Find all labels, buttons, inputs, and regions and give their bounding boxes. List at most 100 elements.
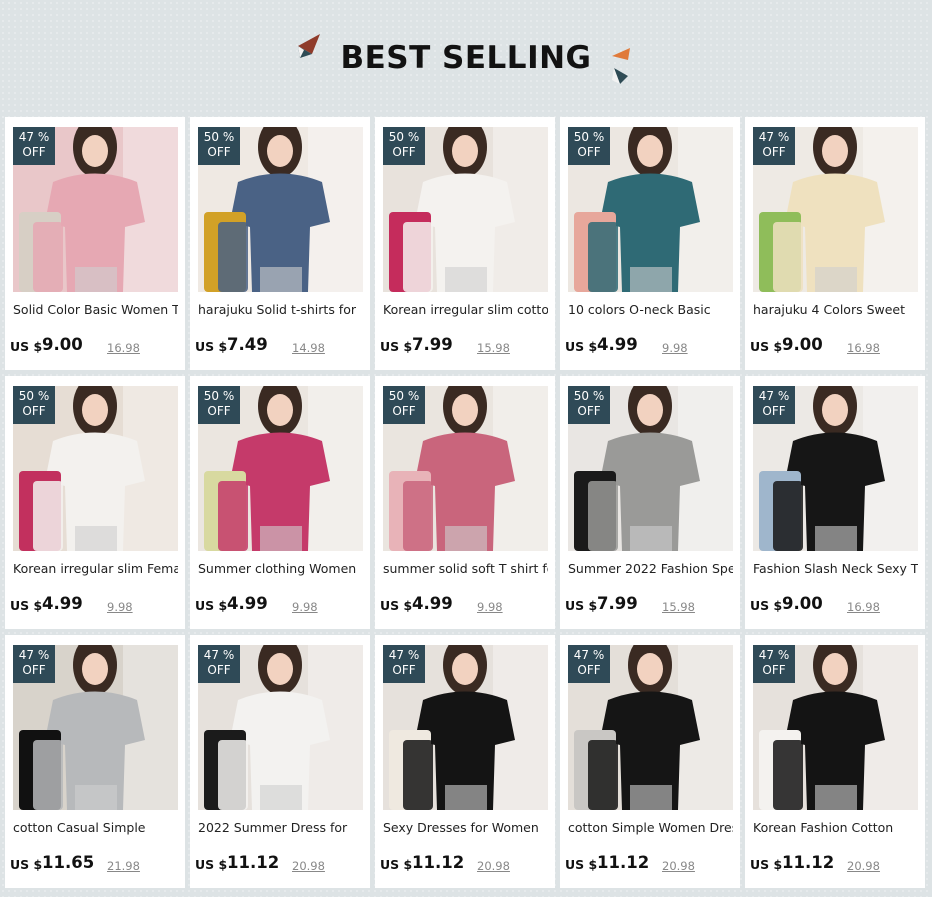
discount-badge: 50 % OFF: [383, 127, 425, 165]
discount-percent: 47 %: [758, 130, 790, 144]
product-card[interactable]: 47 % OFF 2022 Summer Dress for US $ 11.1…: [190, 635, 370, 888]
discount-off-label: OFF: [762, 145, 786, 159]
currency-label: US $: [750, 339, 783, 354]
price-row: US $ 11.65 21.98: [10, 853, 182, 875]
woman-grey-tshirt-dress-photo[interactable]: 47 % OFF: [13, 645, 178, 810]
sale-price: 11.12: [412, 853, 465, 872]
product-card[interactable]: 50 % OFF Korean irregular slim Female US…: [5, 376, 185, 629]
discount-off-label: OFF: [392, 663, 416, 677]
product-name[interactable]: 2022 Summer Dress for: [198, 820, 363, 835]
product-name[interactable]: cotton Casual Simple: [13, 820, 178, 835]
product-card[interactable]: 47 % OFF Korean Fashion Cotton US $ 11.1…: [745, 635, 925, 888]
product-name[interactable]: Korean Fashion Cotton: [753, 820, 918, 835]
product-name[interactable]: harajuku Solid t-shirts for: [198, 302, 363, 317]
price-row: US $ 9.00 16.98: [750, 335, 922, 357]
woman-teal-tshirt-photo[interactable]: 50 % OFF: [568, 127, 733, 292]
discount-badge: 47 % OFF: [13, 127, 55, 165]
product-card[interactable]: 50 % OFF harajuku Solid t-shirts for US …: [190, 117, 370, 370]
discount-off-label: OFF: [577, 145, 601, 159]
woman-white-c-tshirt-photo[interactable]: 50 % OFF: [383, 127, 548, 292]
discount-badge: 50 % OFF: [568, 127, 610, 165]
woman-white-polo-dress-photo[interactable]: 47 % OFF: [198, 645, 363, 810]
sale-price: 4.99: [597, 335, 638, 354]
original-price: 20.98: [477, 859, 510, 873]
product-name[interactable]: 10 colors O-neck Basic: [568, 302, 733, 317]
original-price: 15.98: [662, 600, 695, 614]
price-row: US $ 7.99 15.98: [565, 594, 737, 616]
discount-percent: 47 %: [758, 648, 790, 662]
discount-badge: 47 % OFF: [13, 645, 55, 683]
woman-cream-top-photo[interactable]: 47 % OFF: [753, 127, 918, 292]
woman-mauve-puff-tshirt-photo[interactable]: 50 % OFF: [383, 386, 548, 551]
product-card[interactable]: 47 % OFF Solid Color Basic Women T US $ …: [5, 117, 185, 370]
product-name[interactable]: cotton Simple Women Dress: [568, 820, 733, 835]
discount-percent: 50 %: [203, 130, 235, 144]
product-card[interactable]: 47 % OFF harajuku 4 Colors Sweet US $ 9.…: [745, 117, 925, 370]
woman-black-raglan-dress-photo[interactable]: 47 % OFF: [568, 645, 733, 810]
currency-label: US $: [195, 598, 228, 613]
sale-price: 11.65: [42, 853, 95, 872]
currency-label: US $: [380, 339, 413, 354]
price-row: US $ 9.00 16.98: [750, 594, 922, 616]
product-card[interactable]: 50 % OFF 10 colors O-neck Basic US $ 4.9…: [560, 117, 740, 370]
product-card[interactable]: 50 % OFF Summer 2022 Fashion Spell US $ …: [560, 376, 740, 629]
woman-grey-tank-photo[interactable]: 50 % OFF: [568, 386, 733, 551]
sale-price: 4.99: [412, 594, 453, 613]
product-card[interactable]: 47 % OFF cotton Simple Women Dress US $ …: [560, 635, 740, 888]
currency-label: US $: [565, 339, 598, 354]
woman-blue-tshirt-photo[interactable]: 50 % OFF: [198, 127, 363, 292]
sale-price: 9.00: [782, 335, 823, 354]
original-price: 15.98: [477, 341, 510, 355]
price-row: US $ 7.49 14.98: [195, 335, 367, 357]
discount-off-label: OFF: [207, 404, 231, 418]
sale-price: 11.12: [597, 853, 650, 872]
product-card[interactable]: 50 % OFF summer solid soft T shirt for U…: [375, 376, 555, 629]
discount-badge: 47 % OFF: [753, 386, 795, 424]
product-name[interactable]: summer solid soft T shirt for: [383, 561, 548, 576]
original-price: 21.98: [107, 859, 140, 873]
discount-badge: 47 % OFF: [753, 645, 795, 683]
currency-label: US $: [380, 857, 413, 872]
discount-percent: 50 %: [203, 389, 235, 403]
discount-percent: 47 %: [203, 648, 235, 662]
product-name[interactable]: harajuku 4 Colors Sweet: [753, 302, 918, 317]
product-name[interactable]: Korean irregular slim Female: [13, 561, 178, 576]
woman-black-off-shoulder-photo[interactable]: 47 % OFF: [753, 386, 918, 551]
woman-magenta-cutout-tshirt-photo[interactable]: 50 % OFF: [198, 386, 363, 551]
product-name[interactable]: Solid Color Basic Women T: [13, 302, 178, 317]
product-name[interactable]: Summer clothing Women: [198, 561, 363, 576]
product-name[interactable]: Korean irregular slim cotton: [383, 302, 548, 317]
product-name[interactable]: Sexy Dresses for Women: [383, 820, 548, 835]
price-row: US $ 4.99 9.98: [195, 594, 367, 616]
discount-percent: 50 %: [388, 389, 420, 403]
product-card[interactable]: 47 % OFF Fashion Slash Neck Sexy T US $ …: [745, 376, 925, 629]
discount-badge: 47 % OFF: [198, 645, 240, 683]
discount-off-label: OFF: [577, 404, 601, 418]
woman-pink-tshirt-photo[interactable]: 47 % OFF: [13, 127, 178, 292]
price-row: US $ 4.99 9.98: [380, 594, 552, 616]
sale-price: 7.99: [597, 594, 638, 613]
product-grid: 47 % OFF Solid Color Basic Women T US $ …: [5, 117, 925, 888]
product-card[interactable]: 50 % OFF Korean irregular slim cotton US…: [375, 117, 555, 370]
woman-black-square-neck-dress-photo[interactable]: 47 % OFF: [383, 645, 548, 810]
currency-label: US $: [10, 857, 43, 872]
woman-white-irregular-tshirt-photo[interactable]: 50 % OFF: [13, 386, 178, 551]
currency-label: US $: [750, 857, 783, 872]
section-header: BEST SELLING: [0, 0, 932, 118]
discount-off-label: OFF: [207, 663, 231, 677]
discount-badge: 50 % OFF: [568, 386, 610, 424]
discount-off-label: OFF: [762, 404, 786, 418]
price-row: US $ 11.12 20.98: [750, 853, 922, 875]
product-card[interactable]: 47 % OFF Sexy Dresses for Women US $ 11.…: [375, 635, 555, 888]
original-price: 16.98: [847, 341, 880, 355]
product-name[interactable]: Summer 2022 Fashion Spell: [568, 561, 733, 576]
currency-label: US $: [565, 598, 598, 613]
product-card[interactable]: 50 % OFF Summer clothing Women US $ 4.99…: [190, 376, 370, 629]
product-card[interactable]: 47 % OFF cotton Casual Simple US $ 11.65…: [5, 635, 185, 888]
currency-label: US $: [195, 857, 228, 872]
original-price: 14.98: [292, 341, 325, 355]
product-name[interactable]: Fashion Slash Neck Sexy T: [753, 561, 918, 576]
price-row: US $ 11.12 20.98: [565, 853, 737, 875]
discount-percent: 47 %: [388, 648, 420, 662]
woman-black-layered-dress-photo[interactable]: 47 % OFF: [753, 645, 918, 810]
